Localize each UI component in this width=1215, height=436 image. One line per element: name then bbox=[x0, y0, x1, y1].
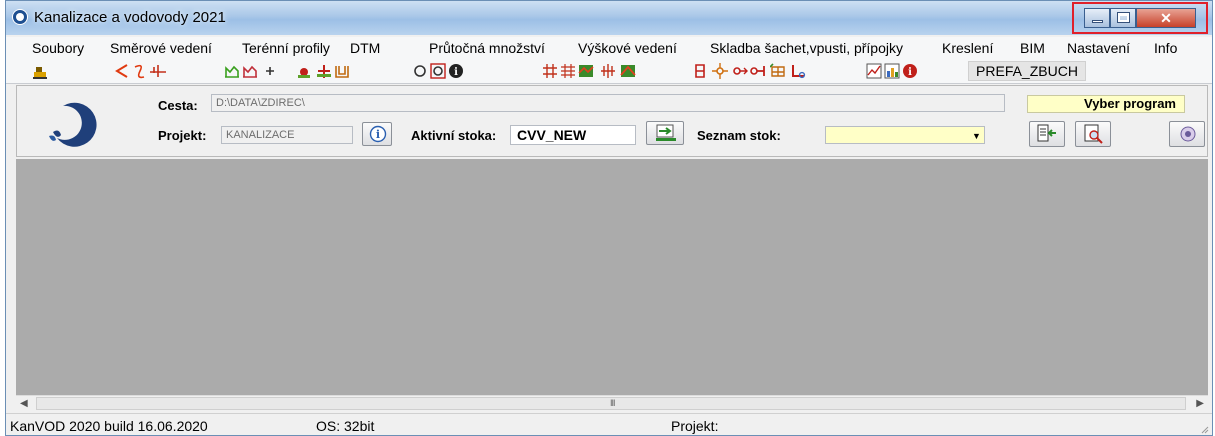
vyber-program-button[interactable]: Vyber program bbox=[1027, 95, 1185, 113]
minimize-button[interactable] bbox=[1084, 8, 1110, 28]
menu-smerove-vedeni[interactable]: Směrové vedení bbox=[110, 40, 212, 56]
projekt-field[interactable]: KANALIZACE bbox=[221, 126, 353, 144]
close-button[interactable]: ✕ bbox=[1136, 8, 1196, 28]
excavator-icon[interactable] bbox=[32, 63, 48, 79]
menu-nastaveni[interactable]: Nastavení bbox=[1067, 40, 1130, 56]
grid-red-icon[interactable] bbox=[542, 63, 558, 79]
info-circle-icon: i bbox=[369, 125, 387, 143]
grid-cross-icon[interactable] bbox=[600, 63, 616, 79]
bar-chart-icon[interactable] bbox=[884, 63, 900, 79]
toolbar: i i PREFA_ZBUCH bbox=[6, 59, 1212, 84]
info-icon[interactable]: i bbox=[448, 63, 464, 79]
print-preview-icon bbox=[1084, 124, 1103, 144]
project-panel: Cesta: D:\DATA\ZDIREC\ Vyber program Pro… bbox=[16, 85, 1208, 157]
menu-skladba-sachet[interactable]: Skladba šachet,vpusti, přípojky bbox=[710, 40, 903, 56]
export-button[interactable] bbox=[1029, 121, 1065, 147]
title-bar[interactable]: Kanalizace a vodovody 2021 ✕ bbox=[6, 1, 1212, 35]
maximize-icon bbox=[1117, 12, 1130, 23]
terrain-cross-icon[interactable] bbox=[316, 63, 332, 79]
menu-dtm[interactable]: DTM bbox=[350, 40, 380, 56]
app-logo-icon bbox=[49, 102, 97, 147]
horizontal-scrollbar[interactable]: ◀ III ▶ bbox=[16, 395, 1208, 412]
chevron-down-icon[interactable]: ▼ bbox=[972, 131, 981, 141]
chart-icon[interactable] bbox=[866, 63, 882, 79]
angle-icon[interactable] bbox=[114, 63, 130, 79]
app-icon[interactable] bbox=[12, 9, 28, 25]
menu-info[interactable]: Info bbox=[1154, 40, 1177, 56]
resize-grip-icon[interactable] bbox=[1199, 424, 1209, 434]
projekt-label: Projekt: bbox=[158, 128, 207, 143]
svg-text:i: i bbox=[376, 128, 380, 141]
window-controls: ✕ bbox=[1072, 2, 1208, 34]
profile-icon[interactable] bbox=[224, 63, 240, 79]
status-bar: KanVOD 2020 build 16.06.2020 OS: 32bit P… bbox=[6, 413, 1212, 435]
scroll-thumb[interactable]: III bbox=[36, 397, 1186, 410]
section-icon[interactable] bbox=[334, 63, 350, 79]
scroll-right-icon[interactable]: ▶ bbox=[1196, 398, 1204, 409]
seznam-stok-label: Seznam stok: bbox=[697, 128, 781, 143]
edit-arrow-icon bbox=[656, 124, 676, 141]
profile-red-icon[interactable] bbox=[242, 63, 258, 79]
grid-red2-icon[interactable] bbox=[560, 63, 576, 79]
map-cut-icon[interactable] bbox=[620, 63, 636, 79]
manhole-icon[interactable] bbox=[692, 63, 708, 79]
aktivni-stoka-field[interactable]: CVV_NEW bbox=[510, 125, 636, 145]
scroll-grip: III bbox=[610, 398, 615, 408]
connector-icon[interactable] bbox=[732, 63, 748, 79]
work-area[interactable] bbox=[16, 159, 1208, 395]
service-pipe-icon[interactable] bbox=[790, 63, 806, 79]
menu-prutocna-mnozstvi[interactable]: Průtočná množství bbox=[429, 40, 545, 56]
inlet-icon[interactable] bbox=[770, 63, 786, 79]
info-red-icon[interactable]: i bbox=[902, 63, 918, 79]
seznam-stok-dropdown[interactable] bbox=[825, 126, 985, 144]
menu-terenni-profily[interactable]: Terénní profily bbox=[242, 40, 330, 56]
close-icon: ✕ bbox=[1160, 10, 1172, 26]
menu-vyskove-vedeni[interactable]: Výškové vedení bbox=[578, 40, 677, 56]
menu-kresleni[interactable]: Kreslení bbox=[942, 40, 993, 56]
cross-line-icon[interactable] bbox=[150, 63, 166, 79]
main-window: Kanalizace a vodovody 2021 ✕ Soubory Smě… bbox=[5, 0, 1213, 436]
pipe-icon[interactable] bbox=[750, 63, 766, 79]
window-title: Kanalizace a vodovody 2021 bbox=[34, 9, 226, 26]
aktivni-stoka-label: Aktivní stoka: bbox=[411, 128, 497, 143]
plus-icon[interactable] bbox=[262, 63, 278, 79]
preview-button[interactable] bbox=[1075, 121, 1111, 147]
target-icon[interactable] bbox=[430, 63, 446, 79]
project-info-button[interactable]: i bbox=[362, 122, 392, 146]
maximize-button[interactable] bbox=[1110, 8, 1136, 28]
cesta-field[interactable]: D:\DATA\ZDIREC\ bbox=[211, 94, 1005, 112]
status-os: OS: 32bit bbox=[316, 418, 375, 434]
stoka-edit-button[interactable] bbox=[646, 121, 684, 145]
curve-icon[interactable] bbox=[132, 63, 148, 79]
svg-text:i: i bbox=[454, 67, 458, 78]
menu-bar: Soubory Směrové vedení Terénní profily D… bbox=[6, 37, 1212, 59]
export-doc-icon bbox=[1037, 124, 1056, 142]
menu-soubory[interactable]: Soubory bbox=[32, 40, 84, 56]
status-version: KanVOD 2020 build 16.06.2020 bbox=[10, 418, 208, 434]
menu-bim[interactable]: BIM bbox=[1020, 40, 1045, 56]
settings-button[interactable] bbox=[1169, 121, 1205, 147]
status-projekt: Projekt: bbox=[671, 418, 719, 434]
eye-icon bbox=[1180, 126, 1196, 142]
svg-text:i: i bbox=[908, 67, 912, 78]
prefa-button[interactable]: PREFA_ZBUCH bbox=[968, 61, 1086, 81]
circle-icon[interactable] bbox=[412, 63, 428, 79]
scroll-left-icon[interactable]: ◀ bbox=[20, 398, 28, 409]
node-icon[interactable] bbox=[712, 63, 728, 79]
cesta-label: Cesta: bbox=[158, 98, 198, 113]
map-icon[interactable] bbox=[578, 63, 594, 79]
minimize-icon bbox=[1092, 20, 1103, 23]
terrain-dot-icon[interactable] bbox=[296, 63, 312, 79]
